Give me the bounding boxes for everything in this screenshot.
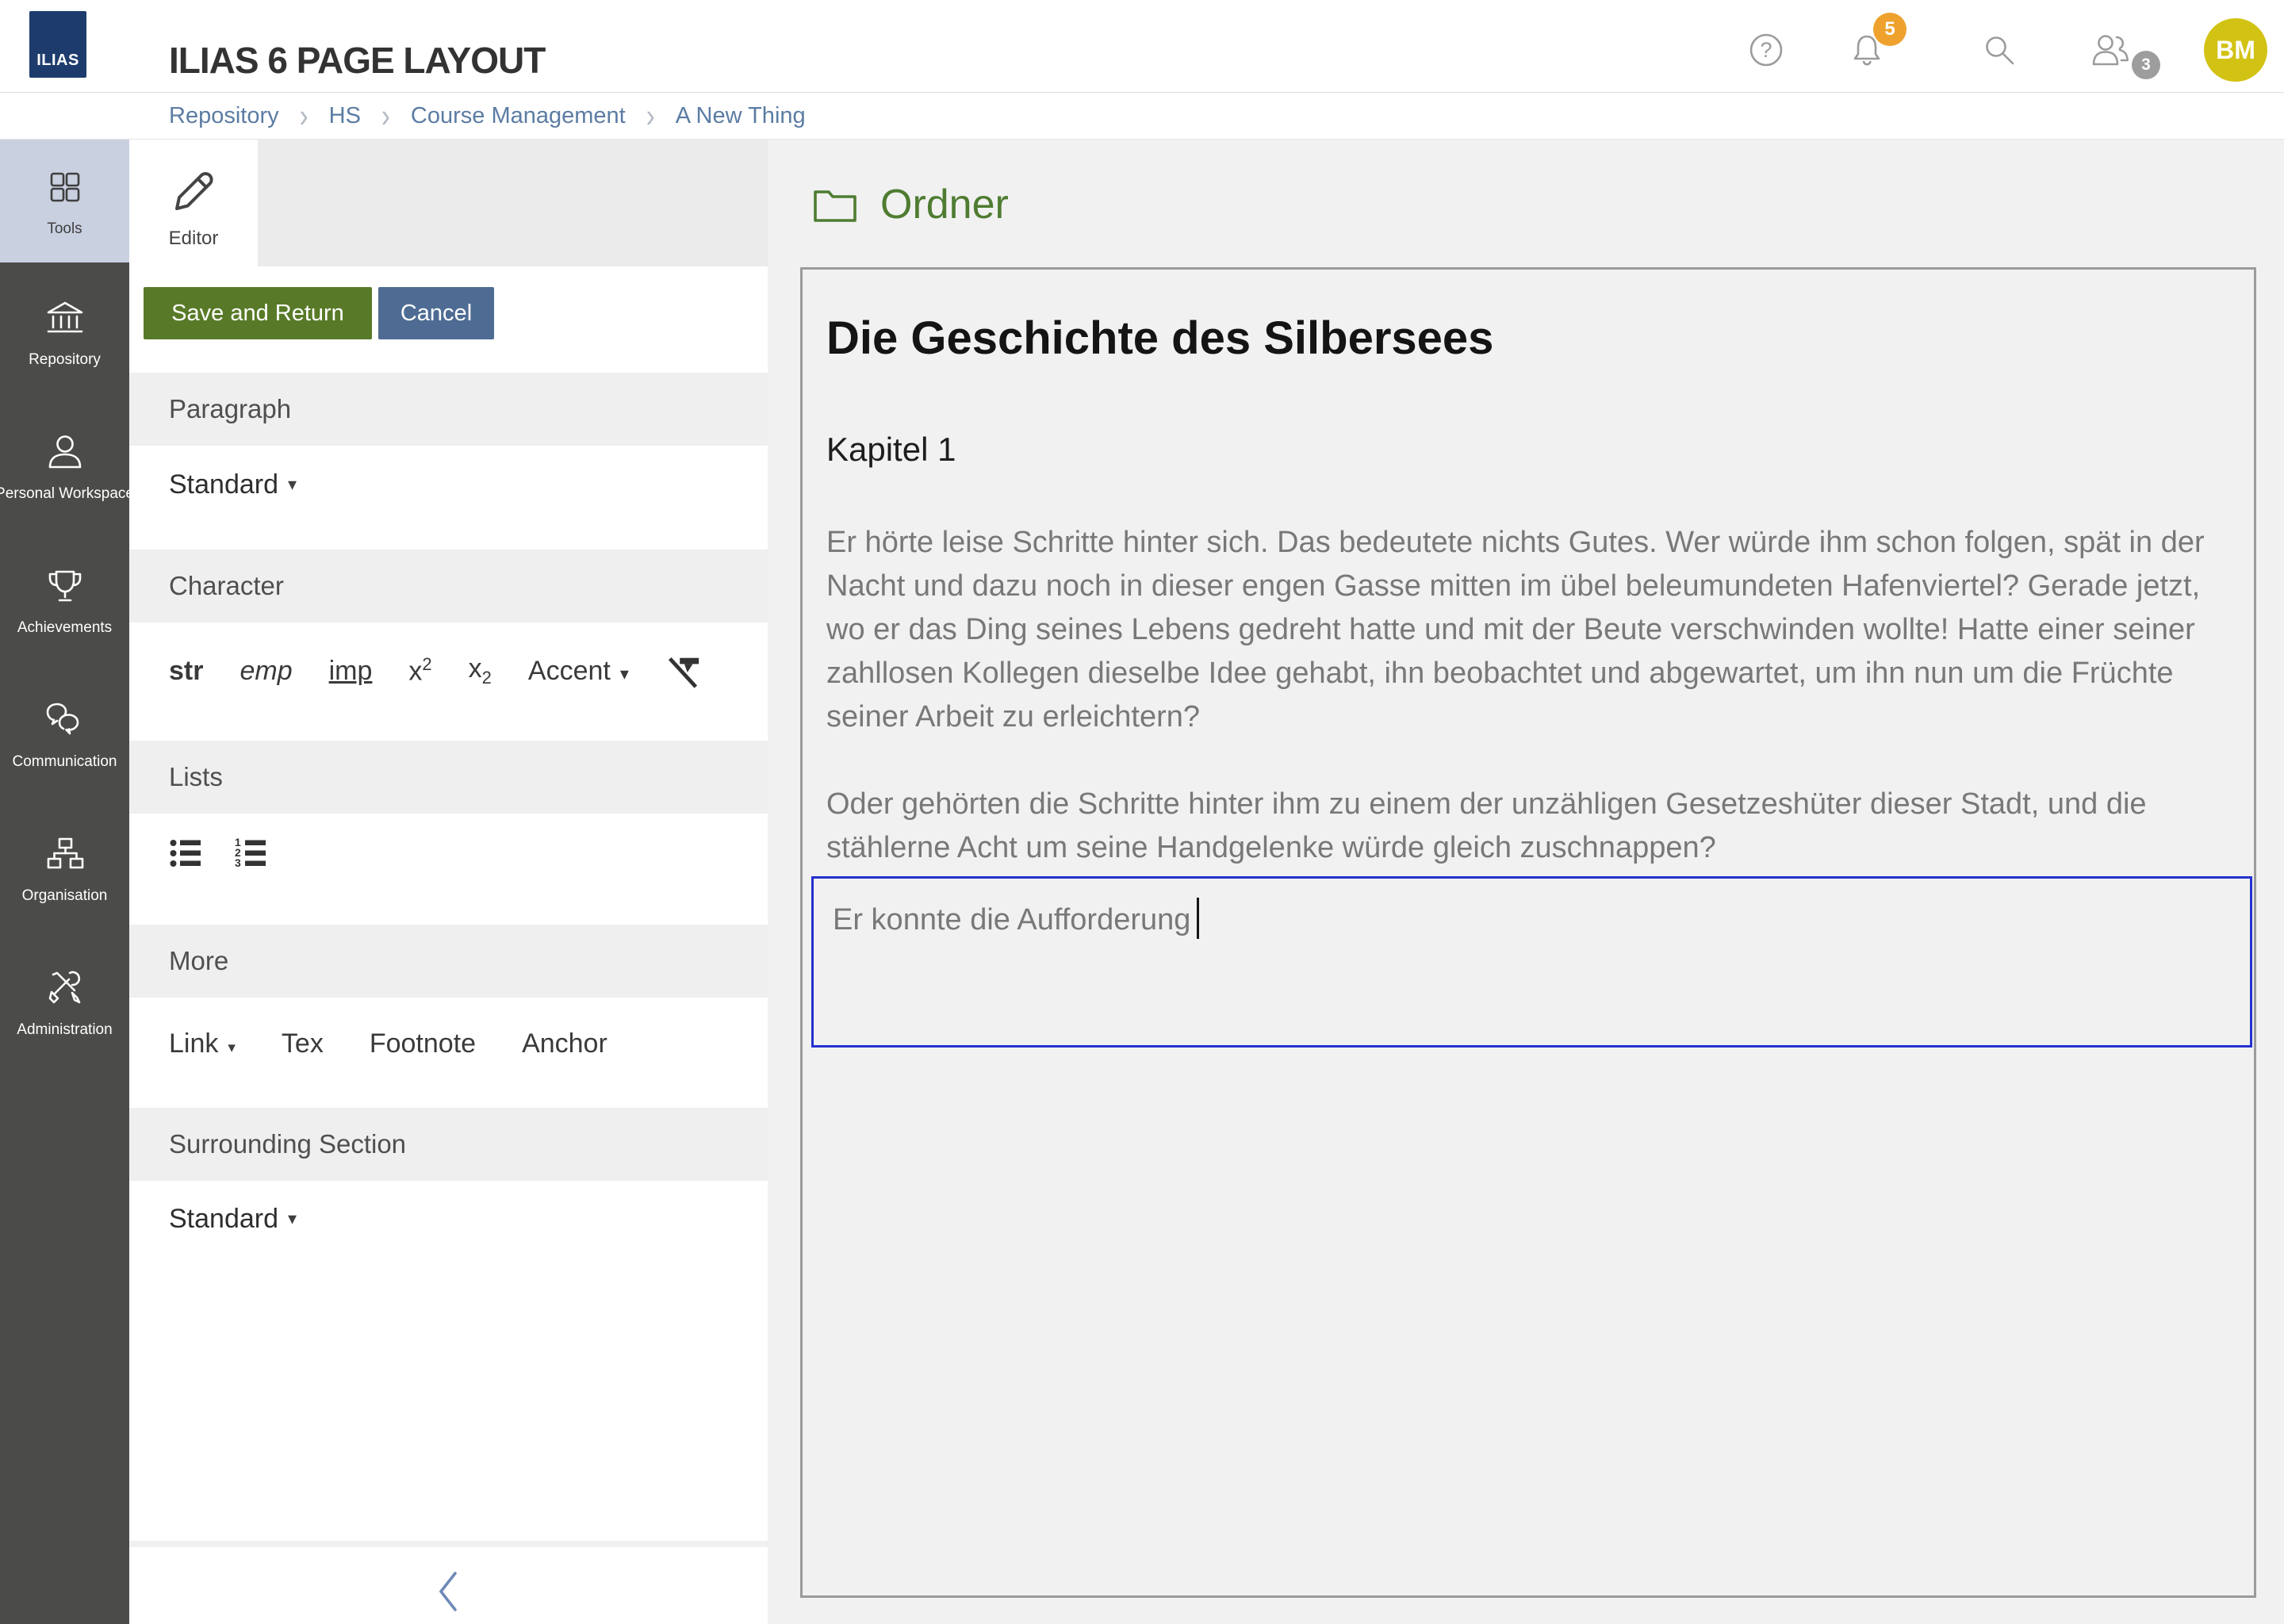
breadcrumb: Repository › HS › Course Management › A … xyxy=(0,93,2284,140)
breadcrumb-separator-icon: › xyxy=(381,97,390,135)
orgchart-icon xyxy=(43,832,87,876)
subscript-button[interactable]: x2 xyxy=(469,653,492,688)
wrench-screwdriver-icon xyxy=(43,966,87,1010)
chevron-down-icon: ▾ xyxy=(228,1040,236,1056)
accent-dropdown[interactable]: Accent▾ xyxy=(528,656,629,687)
object-title: Ordner xyxy=(880,181,1009,228)
breadcrumb-course-management[interactable]: Course Management xyxy=(411,103,626,129)
panel-footer-divider xyxy=(129,1541,768,1547)
object-header: Ordner xyxy=(812,181,1009,228)
contacts-count-badge: 3 xyxy=(2132,51,2160,79)
avatar-initials: BM xyxy=(2216,36,2255,65)
user-avatar[interactable]: BM xyxy=(2204,18,2267,82)
strong-button[interactable]: str xyxy=(169,656,203,687)
bullet-list-icon[interactable] xyxy=(169,837,205,871)
lists-toolbar: 123 xyxy=(129,826,768,882)
search-icon[interactable] xyxy=(1980,31,2018,69)
section-more-header: More xyxy=(129,925,768,998)
ilias-app: ILIAS ILIAS 6 PAGE LAYOUT ? 5 3 BM Repos… xyxy=(0,0,2284,1624)
sidebar-item-label: Achievements xyxy=(17,619,112,637)
chat-bubbles-icon xyxy=(43,698,87,742)
breadcrumb-a-new-thing[interactable]: A New Thing xyxy=(676,103,806,129)
sidebar-item-communication[interactable]: Communication xyxy=(0,670,129,799)
active-edit-area[interactable]: Er konnte die Aufforderung xyxy=(811,876,2252,1048)
main-content: Ordner Die Geschichte des Silbersees Kap… xyxy=(768,140,2284,1624)
document-chapter-heading[interactable]: Kapitel 1 xyxy=(826,431,2222,469)
superscript-button[interactable]: x2 xyxy=(408,654,431,687)
contacts-icon[interactable] xyxy=(2088,29,2133,71)
svg-text:?: ? xyxy=(1760,38,1772,62)
surrounding-style-dropdown[interactable]: Standard ▾ xyxy=(129,1191,768,1247)
document-title[interactable]: Die Geschichte des Silbersees xyxy=(826,312,2222,366)
sidebar-item-repository[interactable]: Repository xyxy=(0,268,129,396)
sidebar-item-label: Repository xyxy=(29,351,101,369)
document-paragraph[interactable]: Er hörte leise Schritte hinter sich. Das… xyxy=(826,521,2222,739)
sidebar-item-label: Administration xyxy=(17,1021,112,1039)
emphasis-button[interactable]: emp xyxy=(240,656,292,687)
bank-icon xyxy=(43,296,87,340)
breadcrumb-separator-icon: › xyxy=(300,97,308,135)
chevron-down-icon: ▾ xyxy=(620,664,629,684)
document-paragraph[interactable]: Oder gehörten die Schritte hinter ihm zu… xyxy=(826,783,2222,870)
ilias-logo[interactable]: ILIAS xyxy=(29,11,86,78)
tex-button[interactable]: Tex xyxy=(282,1028,324,1059)
chevron-down-icon: ▾ xyxy=(288,1208,297,1229)
help-icon[interactable]: ? xyxy=(1747,31,1785,69)
sidebar-item-label: Communication xyxy=(13,753,117,771)
sidebar-item-label: Tools xyxy=(47,220,82,238)
sidebar-item-personal-workspace[interactable]: Personal Workspace xyxy=(0,402,129,530)
character-toolbar: str emp imp x2 x2 Accent▾ xyxy=(129,643,768,699)
ilias-logo-text: ILIAS xyxy=(36,52,79,70)
paragraph-style-dropdown[interactable]: Standard ▾ xyxy=(129,457,768,512)
text-caret xyxy=(1197,898,1199,939)
more-toolbar: Link▾ Tex Footnote Anchor xyxy=(129,1016,768,1071)
footnote-button[interactable]: Footnote xyxy=(370,1028,476,1059)
breadcrumb-separator-icon: › xyxy=(646,97,655,135)
sidebar-item-tools[interactable]: Tools xyxy=(0,140,129,262)
person-icon xyxy=(43,430,87,474)
link-dropdown[interactable]: Link▾ xyxy=(169,1028,236,1059)
panel-tab-strip: Editor xyxy=(129,140,768,266)
tab-editor[interactable]: Editor xyxy=(129,140,258,266)
trophy-icon xyxy=(43,564,87,608)
svg-text:3: 3 xyxy=(235,856,241,869)
page-editor-canvas[interactable]: Die Geschichte des Silbersees Kapitel 1 … xyxy=(800,267,2256,1598)
surrounding-style-value: Standard xyxy=(169,1204,278,1235)
notification-count-badge: 5 xyxy=(1873,13,1907,46)
sidebar-item-label: Organisation xyxy=(22,887,108,905)
grid-icon xyxy=(43,165,87,209)
editor-panel: Editor Save and Return Cancel Paragraph … xyxy=(129,140,768,1624)
important-button[interactable]: imp xyxy=(329,656,373,687)
sidebar-item-administration[interactable]: Administration xyxy=(0,938,129,1067)
tab-editor-label: Editor xyxy=(169,228,219,250)
top-header: ILIAS ILIAS 6 PAGE LAYOUT ? 5 3 BM xyxy=(0,0,2284,93)
cancel-button[interactable]: Cancel xyxy=(378,287,494,339)
numbered-list-icon[interactable]: 123 xyxy=(234,837,270,871)
section-lists-header: Lists xyxy=(129,741,768,814)
section-paragraph-header: Paragraph xyxy=(129,373,768,446)
save-and-return-button[interactable]: Save and Return xyxy=(144,287,372,339)
breadcrumb-hs[interactable]: HS xyxy=(329,103,361,129)
main-sidebar: Tools Repository Personal Workspace Achi… xyxy=(0,140,129,1624)
chevron-down-icon: ▾ xyxy=(288,474,297,495)
edit-area-text: Er konnte die Aufforderung xyxy=(833,903,1190,936)
sidebar-item-label: Personal Workspace xyxy=(0,485,134,503)
clear-format-icon[interactable] xyxy=(665,653,702,689)
sidebar-item-achievements[interactable]: Achievements xyxy=(0,536,129,665)
breadcrumb-repository[interactable]: Repository xyxy=(169,103,279,129)
section-surrounding-header: Surrounding Section xyxy=(129,1108,768,1181)
anchor-button[interactable]: Anchor xyxy=(522,1028,607,1059)
page-title: ILIAS 6 PAGE LAYOUT xyxy=(169,39,545,82)
sidebar-item-organisation[interactable]: Organisation xyxy=(0,804,129,933)
collapse-panel-icon[interactable] xyxy=(433,1567,465,1616)
section-character-header: Character xyxy=(129,550,768,622)
paragraph-style-value: Standard xyxy=(169,469,278,500)
folder-icon xyxy=(812,186,858,224)
pencil-icon xyxy=(162,156,225,220)
